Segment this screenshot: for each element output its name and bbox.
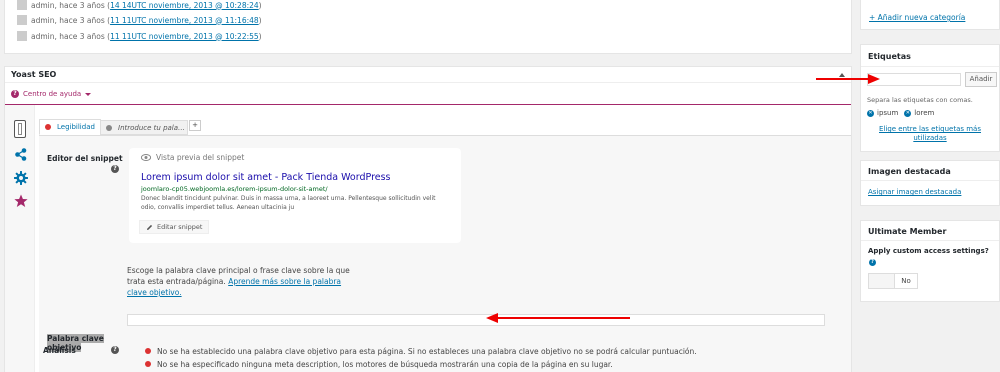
analysis-label: Análisis — [43, 346, 76, 355]
caret-down-icon — [85, 92, 92, 96]
tab-focus-keyword[interactable]: Introduce tu pala… — [100, 120, 188, 135]
help-center-toggle[interactable]: ? Centro de ayuda — [11, 90, 92, 98]
access-settings-question: Apply custom access settings? — [868, 247, 989, 255]
featured-image-title: Imagen destacada — [868, 167, 951, 176]
revision-row: admin, hace 3 años (14 14UTC noviembre, … — [17, 0, 262, 10]
yoast-title: Yoast SEO — [11, 70, 57, 79]
status-dot-red — [45, 124, 51, 130]
tab-focus-keyword-label: Introduce tu pala… — [118, 123, 186, 132]
analysis-item: No se ha especificado ninguna meta descr… — [145, 358, 697, 371]
tags-header[interactable]: Etiquetas — [861, 45, 999, 67]
remove-tag-icon[interactable]: ✕ — [867, 109, 874, 117]
gear-icon[interactable] — [14, 171, 28, 185]
learn-more-keyword-link[interactable]: Aprende más sobre la palabra — [228, 277, 341, 286]
revision-link[interactable]: 11 11UTC noviembre, 2013 @ 11:16:48 — [110, 16, 259, 25]
revision-link[interactable]: 11 11UTC noviembre, 2013 @ 10:22:55 — [110, 32, 259, 41]
tab-readability-label: Legibilidad — [57, 123, 95, 131]
edit-snippet-button[interactable]: Editar snippet — [139, 220, 210, 234]
help-icon[interactable]: ? — [111, 346, 119, 354]
revision-author: admin, hace 3 años ( — [31, 15, 111, 25]
yoast-content-panel: Editor del snippet ? Vista previa del sn… — [39, 135, 851, 372]
revision-author: admin, hace 3 años ( — [31, 0, 111, 10]
featured-image-header[interactable]: Imagen destacada — [861, 161, 999, 181]
avatar — [17, 15, 27, 25]
help-icon[interactable]: ? — [869, 259, 876, 266]
ultimate-member-title: Ultimate Member — [868, 227, 947, 236]
add-tag-button[interactable]: Añadir — [965, 72, 997, 87]
access-settings-toggle[interactable]: No — [868, 273, 918, 289]
learn-more-keyword-link-cont[interactable]: clave objetivo. — [127, 288, 182, 297]
ultimate-member-header[interactable]: Ultimate Member — [861, 221, 999, 241]
tags-title: Etiquetas — [868, 52, 911, 61]
analysis-list: No se ha establecido una palabra clave o… — [145, 345, 697, 371]
tags-input[interactable] — [867, 73, 961, 86]
set-featured-image-link[interactable]: Asignar imagen destacada — [868, 188, 961, 196]
yoast-seo-box: Yoast SEO ? Centro de ayuda Legibilidad … — [4, 66, 852, 372]
yoast-side-nav — [5, 105, 35, 372]
edit-snippet-label: Editar snippet — [157, 223, 203, 231]
annotation-arrow-tags — [816, 73, 880, 85]
tags-hint: Separa las etiquetas con comas. — [867, 96, 973, 104]
snippet-preview-card: Vista previa del snippet Lorem ipsum dol… — [129, 148, 461, 243]
annotation-arrow-keyword — [486, 311, 630, 325]
tags-box: Etiquetas Añadir Separa las etiquetas co… — [860, 44, 1000, 152]
focus-keyword-input[interactable] — [127, 314, 825, 326]
eye-icon — [141, 154, 151, 161]
snippet-url: joomlaro-cp05.webjoomla.es/lorem-ipsum-d… — [141, 185, 328, 193]
avatar — [17, 0, 27, 10]
tag-list: ✕ ipsum ✕ lorem — [867, 109, 934, 117]
tag-chip: ✕ ipsum — [867, 109, 899, 117]
revision-row: admin, hace 3 años (11 11UTC noviembre, … — [17, 15, 262, 25]
snippet-title[interactable]: Lorem ipsum dolor sit amet - Pack Tienda… — [141, 172, 391, 183]
avatar — [17, 31, 27, 41]
star-icon[interactable] — [14, 194, 28, 208]
revision-author: admin, hace 3 años ( — [31, 31, 111, 41]
revisions-box: admin, hace 3 años (14 14UTC noviembre, … — [4, 0, 852, 54]
remove-tag-icon[interactable]: ✕ — [904, 109, 912, 117]
tab-readability[interactable]: Legibilidad — [39, 119, 101, 135]
add-keyword-tab-button[interactable]: + — [189, 120, 201, 131]
content-analysis-icon[interactable] — [14, 120, 26, 138]
toggle-knob — [869, 274, 895, 288]
categories-box: + Añadir nueva categoría — [860, 0, 1000, 30]
status-dot-gray — [106, 124, 112, 131]
snippet-editor-label: Editor del snippet — [47, 154, 123, 163]
status-dot-red — [145, 361, 151, 367]
ultimate-member-box: Ultimate Member Apply custom access sett… — [860, 220, 1000, 302]
add-category-link[interactable]: + Añadir nueva categoría — [869, 13, 965, 22]
focus-keyword-description: Escoge la palabra clave principal o fras… — [127, 266, 350, 297]
snippet-description: Donec blandit tincidunt pulvinar. Duis i… — [141, 195, 436, 211]
choose-tags-link[interactable]: Elige entre las etiquetas más utilizadas — [861, 125, 999, 143]
revision-link[interactable]: 14 14UTC noviembre, 2013 @ 10:28:24 — [110, 1, 259, 10]
featured-image-box: Imagen destacada Asignar imagen destacad… — [860, 160, 1000, 206]
snippet-preview-label: Vista previa del snippet — [156, 153, 245, 162]
help-center-label: Centro de ayuda — [23, 90, 82, 98]
tag-chip: ✕ lorem — [904, 109, 935, 117]
yoast-header[interactable]: Yoast SEO — [5, 67, 851, 83]
status-dot-red — [145, 348, 151, 354]
help-icon: ? — [11, 90, 19, 98]
analysis-item: No se ha establecido una palabra clave o… — [145, 345, 697, 358]
revision-row: admin, hace 3 años (11 11UTC noviembre, … — [17, 31, 262, 41]
snippet-preview-header[interactable]: Vista previa del snippet — [141, 153, 244, 162]
pencil-icon — [147, 224, 153, 230]
help-icon[interactable]: ? — [111, 165, 119, 173]
share-icon[interactable] — [15, 148, 27, 161]
help-center-bar: ? Centro de ayuda — [5, 83, 851, 105]
toggle-value: No — [901, 277, 911, 285]
